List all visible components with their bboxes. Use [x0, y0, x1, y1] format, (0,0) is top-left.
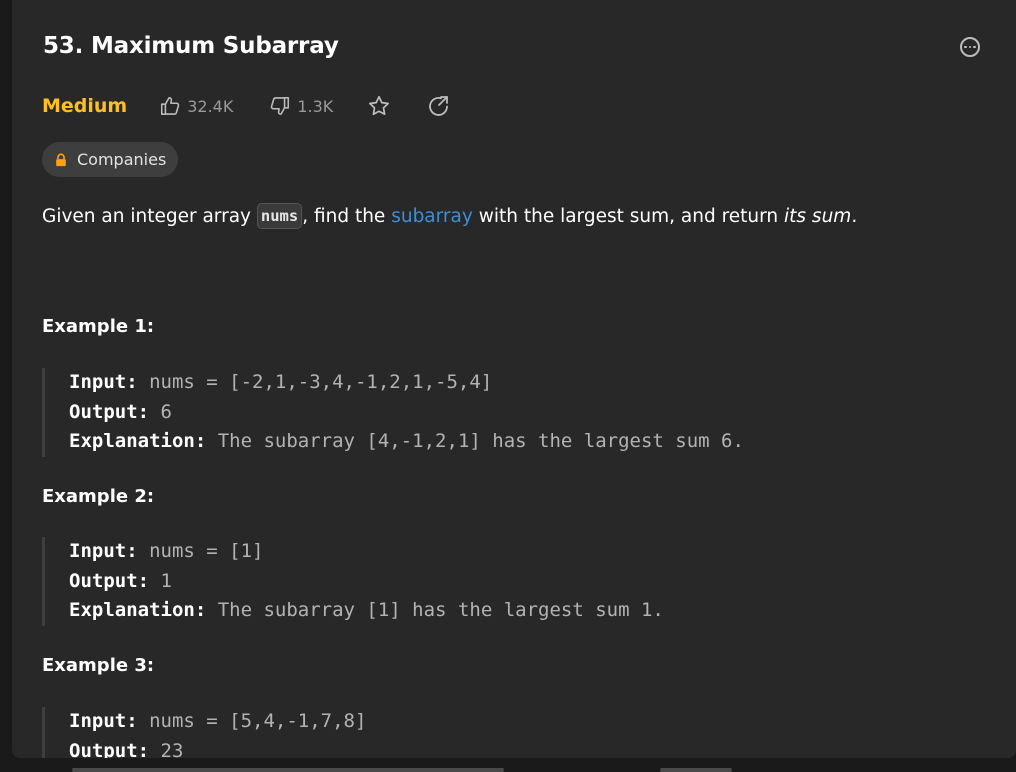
input-value: nums = [5,4,-1,7,8] [137, 710, 367, 732]
example-3-block: Input: nums = [5,4,-1,7,8] Output: 23 [42, 707, 366, 758]
example-input-line: Input: nums = [1] [69, 537, 664, 567]
dislike-count: 1.3K [297, 96, 334, 116]
star-icon [369, 95, 390, 116]
explanation-value: The subarray [4,-1,2,1] has the largest … [206, 430, 744, 452]
output-label: Output: [69, 569, 150, 592]
more-options-icon[interactable] [960, 37, 980, 57]
problem-description-panel: 53. Maximum Subarray Medium 32.4K 1.3K C… [12, 0, 1016, 758]
example-3-heading: Example 3: [42, 655, 155, 676]
input-label: Input: [69, 371, 138, 393]
input-value: nums = [1] [137, 540, 264, 562]
example-output-line: Output: 1 [69, 567, 664, 597]
like-button[interactable]: 32.4K [159, 95, 233, 117]
explanation-label: Explanation: [69, 599, 207, 621]
input-label: Input: [69, 710, 138, 732]
problem-description: Given an integer array nums, find the su… [42, 203, 857, 229]
output-label: Output: [69, 400, 150, 423]
thumbs-down-icon [271, 96, 290, 116]
favorite-button[interactable] [367, 94, 391, 118]
like-count: 32.4K [187, 96, 234, 116]
output-value: 23 [149, 739, 184, 759]
output-value: 1 [149, 569, 172, 592]
description-emphasis: its sum [784, 206, 852, 227]
companies-tag[interactable]: Companies [42, 142, 179, 177]
description-text: Given an integer array [42, 206, 257, 227]
example-output-line: Output: 23 [69, 737, 366, 759]
dislike-button[interactable]: 1.3K [269, 95, 333, 117]
description-text: . [851, 206, 858, 227]
horizontal-scrollbar-thumb[interactable] [72, 768, 504, 772]
description-text: , find the [302, 206, 392, 227]
output-label: Output: [69, 739, 150, 759]
thumbs-up-icon [161, 96, 180, 116]
example-explanation-line: Explanation: The subarray [1] has the la… [69, 596, 664, 626]
difficulty-badge: Medium [42, 95, 128, 117]
share-icon [429, 96, 449, 116]
output-value: 6 [149, 400, 172, 423]
problem-meta-row: Medium 32.4K 1.3K [42, 90, 451, 122]
example-explanation-line: Explanation: The subarray [4,-1,2,1] has… [69, 427, 744, 457]
description-text: with the largest sum, and return [472, 206, 785, 227]
input-value: nums = [-2,1,-3,4,-1,2,1,-5,4] [137, 371, 493, 393]
example-input-line: Input: nums = [5,4,-1,7,8] [69, 707, 366, 737]
example-output-line: Output: 6 [69, 398, 744, 428]
problem-title: 53. Maximum Subarray [43, 33, 339, 59]
companies-label: Companies [77, 150, 167, 169]
example-1-block: Input: nums = [-2,1,-3,4,-1,2,1,-5,4] Out… [42, 368, 744, 457]
input-label: Input: [69, 540, 138, 562]
horizontal-scrollbar-thumb[interactable] [660, 768, 732, 772]
explanation-value: The subarray [1] has the largest sum 1. [206, 599, 664, 621]
explanation-label: Explanation: [69, 430, 207, 452]
lock-icon [54, 153, 68, 167]
share-button[interactable] [427, 94, 451, 118]
inline-code: nums [256, 203, 303, 229]
example-2-heading: Example 2: [42, 486, 155, 507]
example-1-heading: Example 1: [42, 316, 155, 337]
subarray-link[interactable]: subarray [391, 206, 473, 227]
example-input-line: Input: nums = [-2,1,-3,4,-1,2,1,-5,4] [69, 368, 744, 398]
example-2-block: Input: nums = [1] Output: 1 Explanation: T… [42, 537, 664, 626]
